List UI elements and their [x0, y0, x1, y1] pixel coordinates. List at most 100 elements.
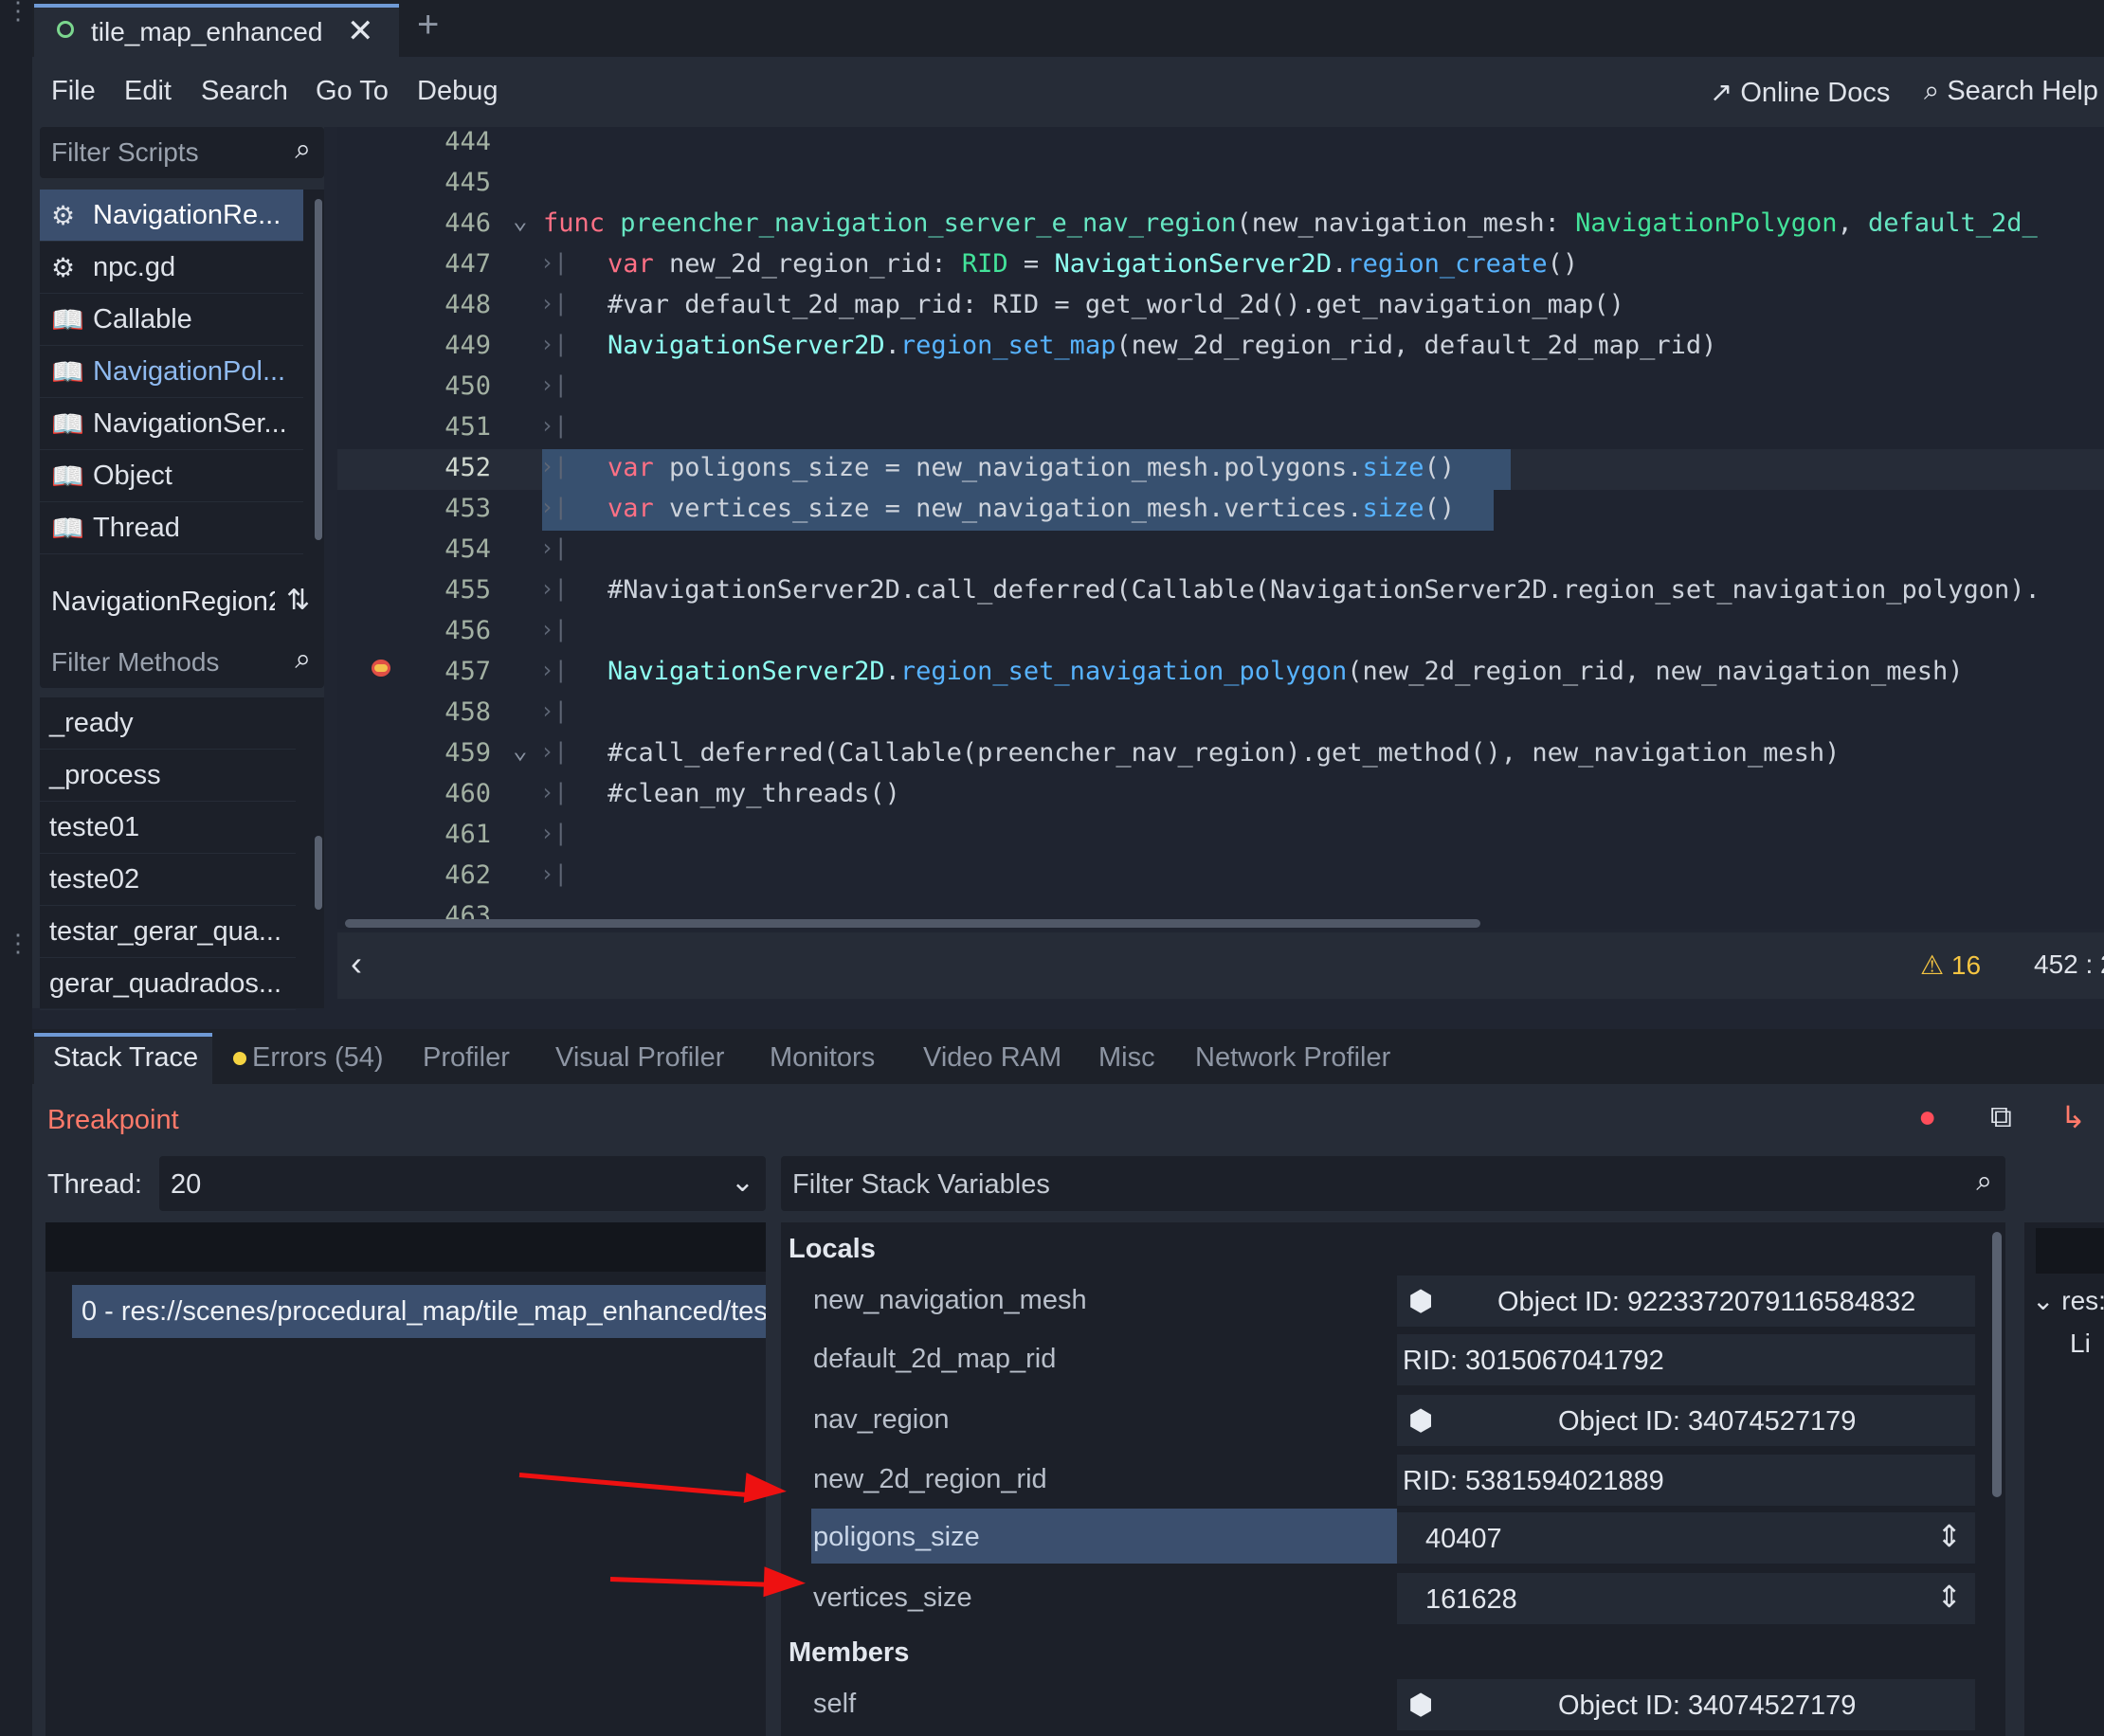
left-edge-strip: ⋮ ⋮: [0, 0, 32, 1736]
fold-arrow-icon[interactable]: ⌄: [513, 736, 528, 765]
stack-frame-item[interactable]: 0 - res://scenes/procedural_map/tile_map…: [72, 1285, 766, 1338]
object-cube-icon[interactable]: ⬢: [1408, 1285, 1433, 1318]
variable-row[interactable]: nav_region ⬢ Object ID: 34074527179: [781, 1391, 1975, 1446]
variable-value-spinbox[interactable]: 161628 ⇕: [1397, 1573, 1975, 1624]
variable-value-spinbox[interactable]: 40407 ⇕: [1397, 1512, 1975, 1564]
sort-icon[interactable]: ⇅: [286, 584, 310, 617]
variable-row[interactable]: new_2d_region_rid RID: 5381594021889: [781, 1451, 1975, 1506]
tab-monitors[interactable]: Monitors: [770, 1042, 875, 1074]
variable-row-selected[interactable]: poligons_size 40407 ⇕: [781, 1509, 1975, 1564]
variable-value-box[interactable]: ⬢ Object ID: 9223372079116584832: [1397, 1275, 1975, 1327]
variable-name: default_2d_map_rid: [813, 1344, 1057, 1374]
code-editor[interactable]: 444 445 446 ⌄ func preencher_navigation_…: [337, 127, 2104, 929]
script-item[interactable]: 📖 Object: [40, 450, 303, 502]
tab-visual-profiler[interactable]: Visual Profiler: [555, 1042, 724, 1074]
variable-row[interactable]: new_navigation_mesh ⬢ Object ID: 9223372…: [781, 1272, 1975, 1327]
tab-tile-map-enhanced[interactable]: tile_map_enhanced ✕: [34, 4, 399, 57]
variable-value-box[interactable]: ⬢ Object ID: 34074527179: [1397, 1395, 1975, 1446]
script-tab-bar: tile_map_enhanced ✕ +: [32, 0, 2104, 57]
thread-value: 20: [171, 1169, 202, 1200]
warnings-button[interactable]: ⚠ 16: [1920, 949, 1981, 981]
method-item[interactable]: gerar_quadrados...: [40, 958, 296, 1010]
method-list-scrollbar[interactable]: [315, 836, 322, 910]
tab-video-ram[interactable]: Video RAM: [923, 1042, 1061, 1074]
filter-stack-variables-input[interactable]: Filter Stack Variables ⌕: [781, 1156, 2005, 1211]
code-line: 455 ›| #NavigationServer2D.call_deferred…: [337, 571, 2104, 612]
method-item[interactable]: _ready: [40, 697, 296, 750]
script-list-scrollbar[interactable]: [315, 199, 322, 540]
menu-file[interactable]: File: [51, 76, 96, 107]
members-header: Members: [789, 1637, 910, 1668]
fold-arrow-icon[interactable]: ⌄: [513, 207, 528, 235]
menu-go-to[interactable]: Go To: [316, 76, 389, 107]
indent-marker-icon: ›|: [540, 779, 568, 805]
variable-row[interactable]: self ⬢ Object ID: 34074527179: [781, 1675, 1975, 1730]
script-item[interactable]: 📖 NavigationPol...: [40, 346, 303, 398]
indent-marker-icon: ›|: [540, 820, 568, 846]
tab-network-profiler[interactable]: Network Profiler: [1195, 1042, 1390, 1074]
search-help-button[interactable]: ⌕ Search Help: [1924, 76, 2098, 107]
doc-icon: 📖: [51, 461, 84, 491]
add-tab-icon[interactable]: +: [417, 4, 439, 46]
chevron-down-icon: ⌄: [730, 1166, 754, 1198]
spin-arrows-icon[interactable]: ⇕: [1936, 1579, 1962, 1615]
method-item[interactable]: testar_gerar_qua...: [40, 906, 296, 958]
horizontal-scrollbar[interactable]: [345, 919, 1480, 928]
record-icon[interactable]: ●: [1918, 1099, 1936, 1134]
object-cube-icon[interactable]: ⬢: [1408, 1689, 1433, 1722]
copy-icon[interactable]: ⧉: [1990, 1099, 2012, 1135]
script-item[interactable]: 📖 Callable: [40, 294, 303, 346]
menu-search[interactable]: Search: [201, 76, 288, 107]
chevron-left-icon[interactable]: ‹: [351, 944, 362, 984]
menu-debug[interactable]: Debug: [417, 76, 498, 107]
code-comment: #var default_2d_map_rid: RID = get_world…: [608, 290, 1624, 319]
filter-methods-input[interactable]: Filter Methods ⌕: [40, 637, 324, 688]
filter-scripts-input[interactable]: Filter Scripts ⌕: [40, 127, 324, 178]
line-number: 457: [444, 657, 491, 686]
script-item[interactable]: ⚙ npc.gd: [40, 242, 303, 294]
code-line: 457 ›| NavigationServer2D.region_set_nav…: [337, 653, 2104, 694]
variable-row[interactable]: default_2d_map_rid RID: 3015067041792: [781, 1330, 1975, 1385]
indent-marker-icon: ›|: [540, 616, 568, 642]
tree-child-item[interactable]: Li: [2070, 1329, 2091, 1359]
line-number: 461: [444, 820, 491, 849]
script-item[interactable]: 📖 Thread: [40, 502, 303, 554]
step-into-icon[interactable]: ↳: [2060, 1099, 2086, 1135]
method-item[interactable]: teste01: [40, 802, 296, 854]
menu-edit[interactable]: Edit: [124, 76, 172, 107]
line-number: 459: [444, 738, 491, 768]
line-number: 455: [444, 575, 491, 605]
code-line: 447 ›| var new_2d_region_rid: RID = Navi…: [337, 245, 2104, 286]
variable-name: nav_region: [813, 1404, 950, 1435]
tab-errors[interactable]: Errors (54): [252, 1042, 384, 1074]
external-link-icon: ↗: [1710, 78, 1733, 108]
method-item[interactable]: teste02: [40, 854, 296, 906]
variable-value-box[interactable]: ⬢ Object ID: 34074527179: [1397, 1679, 1975, 1730]
script-item[interactable]: ⚙ NavigationRe...: [40, 190, 303, 242]
locals-header: Locals: [789, 1234, 876, 1264]
object-cube-icon[interactable]: ⬢: [1408, 1404, 1433, 1438]
line-number: 447: [444, 249, 491, 279]
remote-filter-input[interactable]: [2036, 1228, 2104, 1274]
thread-select[interactable]: 20 ⌄: [159, 1156, 766, 1211]
variable-row[interactable]: vertices_size 161628 ⇕: [781, 1569, 1975, 1624]
method-item[interactable]: _process: [40, 750, 296, 802]
script-item[interactable]: 📖 NavigationSer...: [40, 398, 303, 450]
tab-profiler[interactable]: Profiler: [423, 1042, 510, 1074]
close-icon[interactable]: ✕: [347, 12, 374, 50]
tab-stack-trace-label[interactable]: Stack Trace: [53, 1042, 198, 1074]
line-number: 450: [444, 371, 491, 401]
variable-value: 161628: [1425, 1584, 1517, 1615]
tab-misc[interactable]: Misc: [1098, 1042, 1155, 1074]
spin-arrows-icon[interactable]: ⇕: [1936, 1518, 1962, 1554]
indent-marker-icon: ›|: [540, 575, 568, 602]
variables-scrollbar[interactable]: [1992, 1232, 2002, 1497]
indent-marker-icon: ›|: [540, 697, 568, 724]
method-list: _ready _process teste01 teste02 testar_g…: [40, 697, 324, 1010]
drag-handle-icon[interactable]: ⋮: [6, 931, 30, 955]
tree-root-item[interactable]: ⌄ res://: [2032, 1285, 2104, 1316]
stack-frame-list: 0 - res://scenes/procedural_map/tile_map…: [45, 1222, 766, 1736]
stack-frame-label: 0 - res://scenes/procedural_map/tile_map…: [82, 1296, 766, 1327]
online-docs-button[interactable]: ↗ Online Docs: [1710, 76, 1890, 109]
drag-handle-icon[interactable]: ⋮: [6, 0, 30, 23]
